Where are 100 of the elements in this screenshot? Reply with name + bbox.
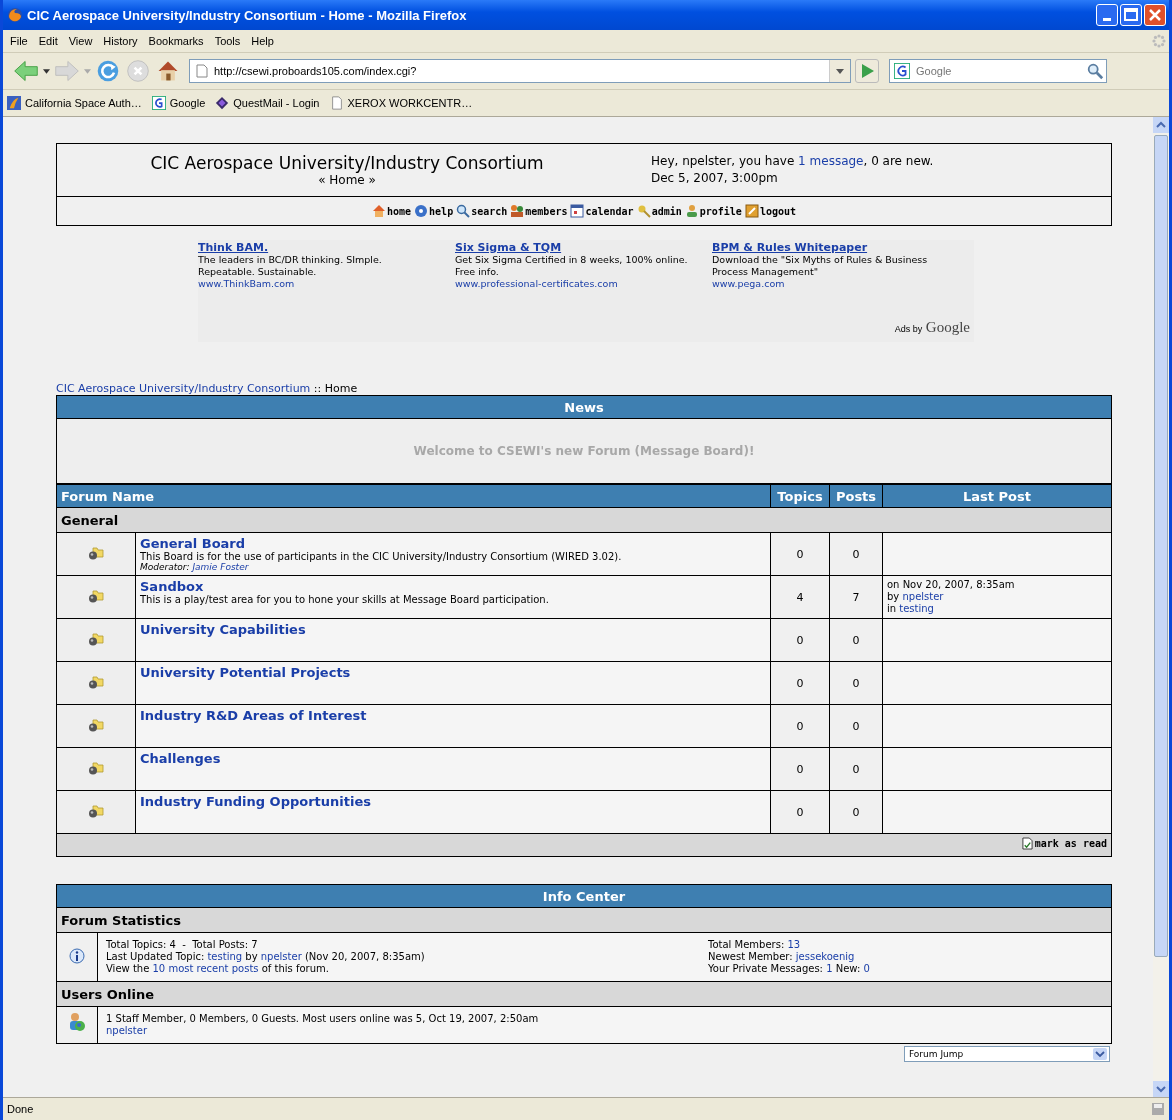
forum-link[interactable]: General Board (140, 536, 246, 551)
link[interactable]: 0 (863, 963, 870, 974)
scroll-up-icon[interactable] (1153, 117, 1169, 133)
mark-as-read-link[interactable]: mark as read (1021, 837, 1107, 850)
link[interactable]: 1 (826, 963, 833, 974)
search-field[interactable]: Google (889, 59, 1107, 83)
exit-icon (744, 204, 759, 218)
table-cell: 0 (770, 747, 830, 791)
nav-link[interactable]: help (414, 204, 454, 218)
category-header: Users Online (56, 981, 1112, 1007)
breadcrumb-link[interactable]: CIC Aerospace University/Industry Consortium (56, 382, 311, 395)
google-g-icon[interactable] (894, 63, 910, 79)
link[interactable]: 10 most recent posts (152, 963, 259, 974)
column-header: Posts (829, 484, 883, 508)
menu-item[interactable]: History (100, 35, 146, 47)
statistics-text: View the 10 most recent posts of this forum. (106, 963, 330, 975)
forum-link[interactable]: Industry Funding Opportunities (140, 794, 372, 809)
table-cell: 0 (829, 661, 883, 705)
forum-link[interactable]: Industry R&D Areas of Interest (140, 708, 367, 723)
ads-label: Ads by (894, 324, 923, 334)
help-icon (414, 204, 429, 218)
close-button[interactable] (1144, 4, 1166, 26)
link[interactable]: testing (899, 603, 934, 614)
address-field[interactable]: http://csewi.proboards105.com/index.cgi? (189, 59, 851, 83)
column-header: Forum Name (56, 484, 771, 508)
menu-item[interactable]: Help (248, 35, 282, 47)
menu-item[interactable]: Tools (211, 35, 249, 47)
user-link[interactable]: npelster (106, 1025, 147, 1036)
last-post-text: on Nov 20, 2007, 8:35am (887, 579, 1016, 591)
bookmark-item[interactable]: California Space Auth… (7, 96, 146, 110)
link[interactable]: npelster (902, 591, 944, 602)
folder-icon (88, 717, 104, 732)
link[interactable]: jessekoenig (795, 951, 855, 962)
nav-link[interactable]: members (510, 204, 568, 218)
ad-title-link[interactable]: Think BAM. (198, 242, 438, 254)
info-icon (69, 947, 85, 964)
link[interactable]: 13 (787, 939, 801, 950)
statistics-text: Newest Member: jessekoenig (708, 951, 856, 963)
nav-link[interactable]: logout (744, 204, 796, 218)
moderator-link[interactable]: Jamie Foster (192, 562, 249, 572)
scrollbar[interactable] (1153, 117, 1169, 1097)
google-brand-text: Google (925, 319, 970, 335)
minimize-button[interactable] (1096, 4, 1118, 26)
nav-link[interactable]: home (372, 204, 412, 218)
go-icon[interactable] (855, 59, 879, 83)
bookmark-item[interactable]: XEROX WORKCENTR… (329, 96, 477, 110)
bookmark-item[interactable]: Google (151, 96, 210, 110)
ad-text: Get Six Sigma Certified in 8 weeks, 100% online. Free info. (455, 254, 689, 278)
ad-text: The leaders in BC/DR thinking. SImple. Repeatable. Sustainable. (198, 254, 383, 278)
nav-link[interactable]: calendar (570, 204, 634, 218)
folder-icon (88, 631, 104, 646)
menu-item[interactable]: Bookmarks (145, 35, 212, 47)
calendar-icon (570, 204, 585, 218)
moderator-label: Moderator: (140, 562, 190, 572)
link[interactable]: npelster (260, 951, 302, 962)
forum-jump-dropdown[interactable]: Forum Jump (904, 1046, 1110, 1062)
menu-item[interactable]: View (65, 35, 101, 47)
last-post-text: by npelster (887, 591, 945, 603)
swoosh-icon (7, 96, 21, 110)
greeting-text: Hey, npelster, you have 1 message, 0 are new. (651, 153, 934, 170)
search-icon[interactable] (1086, 62, 1104, 80)
ad-url-link[interactable]: www.ThinkBam.com (198, 278, 438, 290)
section-header: Info Center (56, 884, 1112, 908)
ad-url-link[interactable]: www.pega.com (712, 278, 952, 290)
search-icon (456, 204, 471, 218)
forum-link[interactable]: University Potential Projects (140, 665, 351, 680)
forum-link[interactable]: Sandbox (140, 579, 204, 594)
page-icon (329, 96, 344, 110)
minimize-icon (1103, 17, 1111, 21)
ad-title-link[interactable]: Six Sigma & TQM (455, 242, 695, 254)
ad-url-link[interactable]: www.professional-certificates.com (455, 278, 695, 290)
person-icon (684, 204, 699, 218)
scroll-down-icon[interactable] (1153, 1081, 1169, 1097)
table-cell: 0 (829, 790, 883, 834)
last-post-text: in testing (887, 603, 935, 615)
menu-item[interactable]: File (7, 35, 36, 47)
table-cell: 4 (770, 575, 830, 619)
url-text: http://csewi.proboards105.com/index.cgi? (214, 65, 418, 77)
ad-title-link[interactable]: BPM & Rules Whitepaper (712, 242, 952, 254)
diamond-icon (215, 96, 230, 110)
nav-link[interactable]: admin (636, 204, 682, 218)
dropdown-button[interactable] (829, 60, 850, 82)
dropdown-arrow-icon[interactable] (43, 68, 50, 74)
folder-icon (88, 545, 104, 560)
forum-link[interactable]: University Capabilities (140, 622, 306, 637)
table-cell: 0 (829, 532, 883, 576)
table-cell: 0 (829, 618, 883, 662)
menu-item[interactable]: Edit (35, 35, 66, 47)
forum-link[interactable]: Challenges (140, 751, 221, 766)
folder-icon (88, 674, 104, 689)
nav-link[interactable]: profile (684, 204, 742, 218)
table-cell: 0 (770, 618, 830, 662)
message-link[interactable]: 1 message (798, 154, 864, 168)
nav-link[interactable]: search (456, 204, 508, 218)
link[interactable]: testing (207, 951, 243, 962)
reload-icon[interactable] (95, 59, 121, 83)
maximize-button[interactable] (1120, 4, 1142, 26)
bookmark-item[interactable]: QuestMail - Login (215, 96, 324, 110)
column-header: Last Post (882, 484, 1112, 508)
statistics-text: Your Private Messages: 1 New: 0 (708, 963, 871, 975)
